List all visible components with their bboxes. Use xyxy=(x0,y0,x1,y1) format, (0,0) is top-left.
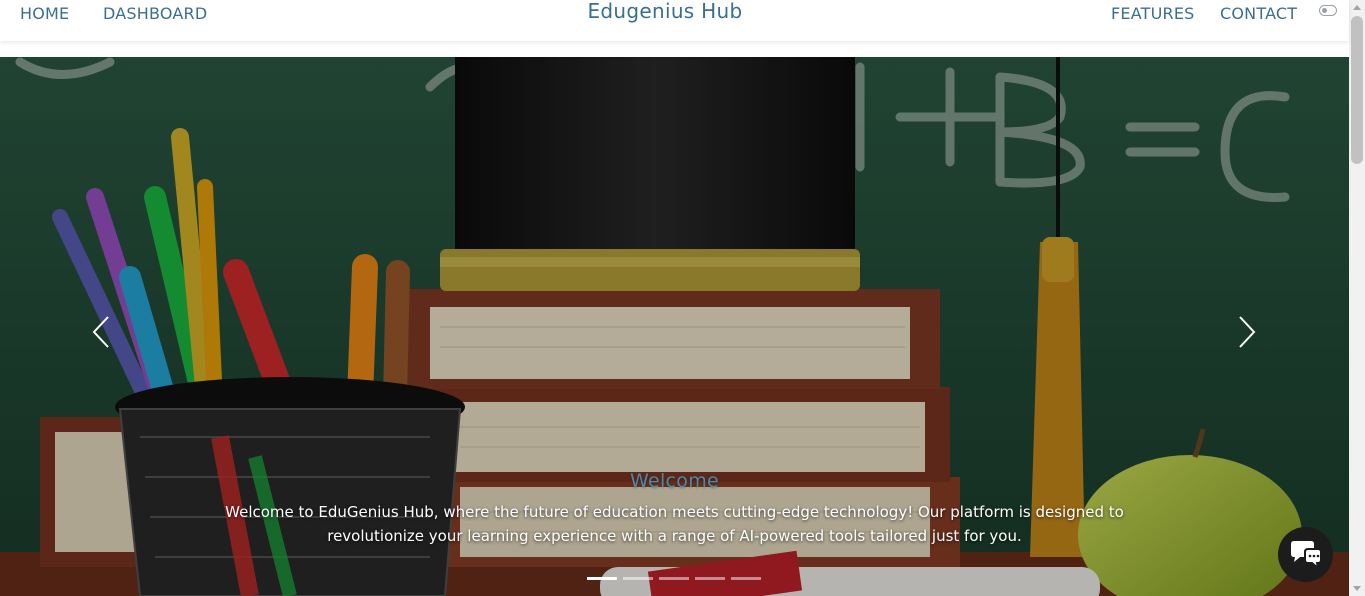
chat-button[interactable] xyxy=(1278,527,1333,582)
scrollbar-thumb[interactable] xyxy=(1351,16,1363,164)
carousel-indicator-4[interactable] xyxy=(695,577,725,580)
slide-caption-title: Welcome xyxy=(629,470,719,492)
carousel-indicator-3[interactable] xyxy=(659,577,689,580)
slide-caption-text: Welcome to EduGenius Hub, where the futu… xyxy=(225,503,1124,545)
hero-carousel: Welcome Welcome to EduGenius Hub, where … xyxy=(0,57,1349,596)
theme-toggle-icon[interactable] xyxy=(1319,5,1337,16)
nav-features-link[interactable]: FEATURES xyxy=(1111,4,1194,23)
carousel-indicator-2[interactable] xyxy=(623,577,653,580)
slide-caption: Welcome Welcome to EduGenius Hub, where … xyxy=(0,470,1349,548)
scroll-down-arrow-icon[interactable] xyxy=(1353,586,1361,591)
carousel-indicator-1[interactable] xyxy=(587,577,617,580)
carousel-indicator-5[interactable] xyxy=(731,577,761,580)
top-navbar: HOME DASHBOARD Edugenius Hub FEATURES CO… xyxy=(0,0,1349,41)
page: HOME DASHBOARD Edugenius Hub FEATURES CO… xyxy=(0,0,1365,596)
chat-bubbles-icon xyxy=(1291,541,1322,571)
scroll-up-arrow-icon[interactable] xyxy=(1353,5,1361,10)
nav-contact-link[interactable]: CONTACT xyxy=(1220,4,1297,23)
carousel-prev-button[interactable] xyxy=(86,315,116,349)
chevron-right-icon xyxy=(1239,316,1256,348)
carousel-next-button[interactable] xyxy=(1232,315,1262,349)
chevron-left-icon xyxy=(92,316,109,348)
page-scrollbar[interactable] xyxy=(1349,0,1365,596)
